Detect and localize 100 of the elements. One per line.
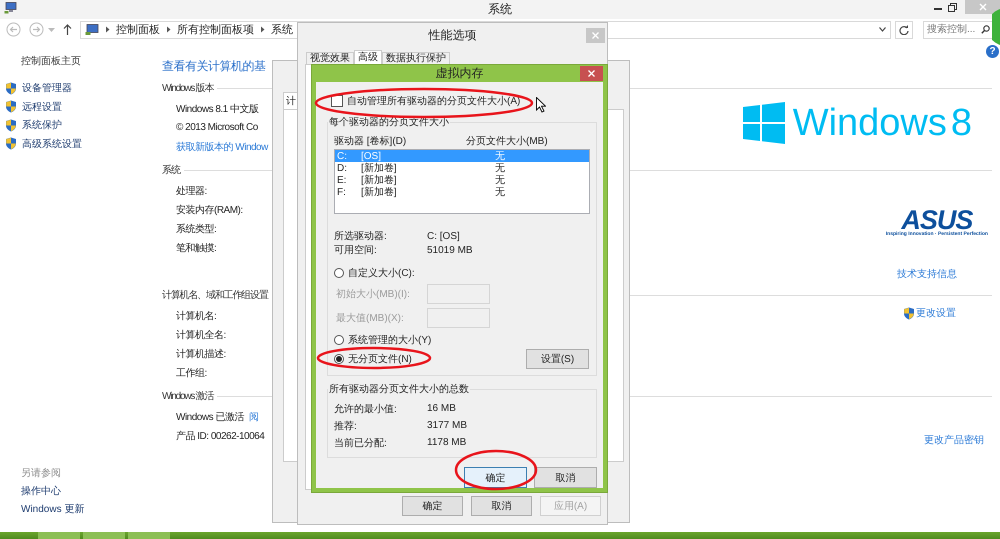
sidebar-link[interactable]: Windows 更新	[21, 502, 163, 520]
refresh-icon	[899, 24, 909, 34]
info-text: © 2013 Microsoft Co	[176, 122, 258, 133]
dialog-button[interactable]: 确定	[464, 467, 527, 488]
shield-icon	[903, 306, 915, 320]
link[interactable]: 更改设置	[916, 306, 956, 320]
logo-wordmark: Windows	[792, 102, 947, 144]
settings-button[interactable]: 设置(S)	[526, 349, 589, 369]
info-label: 当前已分配:	[334, 436, 388, 450]
dropdown-caret-icon	[879, 27, 886, 32]
info-text: 处理器:	[176, 184, 207, 198]
history-dropdown[interactable]	[48, 28, 55, 32]
restore-icon	[948, 2, 957, 12]
info-text: 计算机描述:	[176, 348, 226, 360]
breadcrumb[interactable]: 所有控制面板项	[177, 22, 254, 37]
tab[interactable]: 高级	[354, 50, 382, 64]
info-value: 1178 MB	[427, 437, 466, 448]
shield-icon	[5, 118, 17, 132]
tab[interactable]: 视觉效果	[306, 52, 354, 64]
drive-row[interactable]: E: [新加卷] 无	[335, 174, 589, 186]
drive-row[interactable]: F: [新加卷] 无	[335, 186, 589, 198]
info-text: 工作组:	[176, 366, 207, 380]
info-text: Windows 8.1 中文版	[176, 102, 259, 116]
breadcrumb[interactable]: 系统	[271, 22, 293, 37]
link[interactable]: 获取新版本的 Window	[176, 140, 268, 154]
sidebar-link[interactable]: 设备管理器	[22, 81, 72, 96]
section-title: 计算机名、域和工作组设置	[162, 288, 268, 302]
restore-button[interactable]	[945, 0, 960, 14]
section-title: Windows 版本	[162, 82, 214, 95]
refresh-button[interactable]	[895, 20, 913, 38]
info-text: 计算机名:	[176, 310, 216, 322]
shield-icon	[5, 137, 17, 150]
dialog-button[interactable]: 取消	[471, 496, 532, 516]
link[interactable]: 更改产品密钥	[924, 433, 984, 447]
info-text: 系统类型:	[176, 222, 216, 236]
chevron-icon	[166, 26, 171, 33]
page-heading: 查看有关计算机的基	[162, 58, 266, 74]
close-icon	[592, 32, 599, 39]
info-text: Windows 已激活	[176, 410, 244, 424]
field-label: 初始大小(MB)(I):	[335, 288, 411, 301]
column-header: 驱动器 [卷标](D)	[334, 134, 408, 148]
section-title: Windows 激活	[162, 390, 214, 403]
up-arrow-icon	[63, 24, 72, 35]
field-label: 最大值(MB)(X):	[335, 312, 405, 325]
computer-icon	[4, 2, 17, 14]
window-title: 系统	[488, 1, 512, 18]
drive-row[interactable]: D: [新加卷] 无	[335, 162, 589, 174]
info-text: 产品 ID: 00262-10064	[176, 430, 264, 442]
taskbar-button[interactable]	[128, 532, 170, 539]
info-value: 3177 MB	[427, 420, 468, 431]
computer-icon	[85, 24, 99, 36]
tab[interactable]: 数据执行保护	[382, 52, 450, 64]
shield-icon	[5, 100, 17, 114]
info-value: C: [OS]	[427, 230, 460, 242]
group-title: 所有驱动器分页文件大小的总数	[328, 382, 470, 396]
info-label: 可用空间:	[334, 244, 378, 257]
info-value: 51019 MB	[427, 244, 473, 256]
info-text: 计算机全名:	[176, 328, 226, 342]
info-label: 允许的最小值:	[334, 402, 398, 416]
sidebar-link[interactable]: 控制面板主页	[21, 54, 163, 72]
radio-button[interactable]: 系统管理的大小(Y)	[334, 330, 432, 349]
radio-button[interactable]: 自定义大小(C):	[334, 263, 415, 282]
sidebar-link[interactable]: 操作中心	[21, 484, 163, 502]
column-header: 分页文件大小(MB)	[466, 134, 548, 148]
chevron-icon	[105, 26, 110, 33]
dialog-button[interactable]: 确定	[402, 496, 463, 516]
info-label: 所选驱动器:	[334, 230, 388, 243]
back-button[interactable]	[6, 22, 21, 37]
section-title: 系统	[162, 164, 180, 177]
logo-wordmark: ASUS	[901, 209, 972, 231]
forward-button[interactable]	[29, 22, 44, 37]
info-label: 推荐:	[334, 420, 358, 432]
close-icon	[588, 70, 595, 77]
close-button[interactable]	[965, 0, 1000, 14]
dialog-button[interactable]: 取消	[534, 467, 597, 488]
taskbar-button[interactable]	[83, 532, 125, 539]
sidebar-link[interactable]: 系统保护	[22, 118, 62, 132]
up-button[interactable]	[63, 24, 72, 35]
help-button[interactable]: ?	[986, 45, 999, 58]
close-button[interactable]	[580, 66, 603, 81]
info-text: 安装内存(RAM):	[176, 204, 243, 216]
link[interactable]: 阅	[248, 410, 258, 424]
support-link[interactable]: 技术支持信息	[897, 267, 957, 281]
sidebar-link[interactable]: 远程设置	[22, 100, 62, 114]
dialog-title: 性能选项	[428, 27, 476, 44]
info-text: 笔和触摸:	[176, 242, 216, 254]
chevron-icon	[260, 26, 265, 33]
see-also-heading: 另请参阅	[21, 466, 62, 481]
dialog-title: 虚拟内存	[436, 65, 484, 82]
search-field[interactable]: 搜索控制...	[923, 20, 993, 38]
shield-icon	[5, 82, 17, 95]
sidebar-link[interactable]: 高级系统设置	[22, 136, 82, 151]
taskbar-button[interactable]	[38, 532, 80, 539]
window-panes-icon	[742, 102, 785, 144]
breadcrumb[interactable]: 控制面板	[116, 22, 160, 37]
cursor-icon	[536, 97, 546, 113]
info-value: 16 MB	[427, 403, 456, 414]
logo-version: 8	[950, 102, 972, 144]
close-icon	[978, 3, 986, 11]
caret-icon	[48, 28, 55, 32]
